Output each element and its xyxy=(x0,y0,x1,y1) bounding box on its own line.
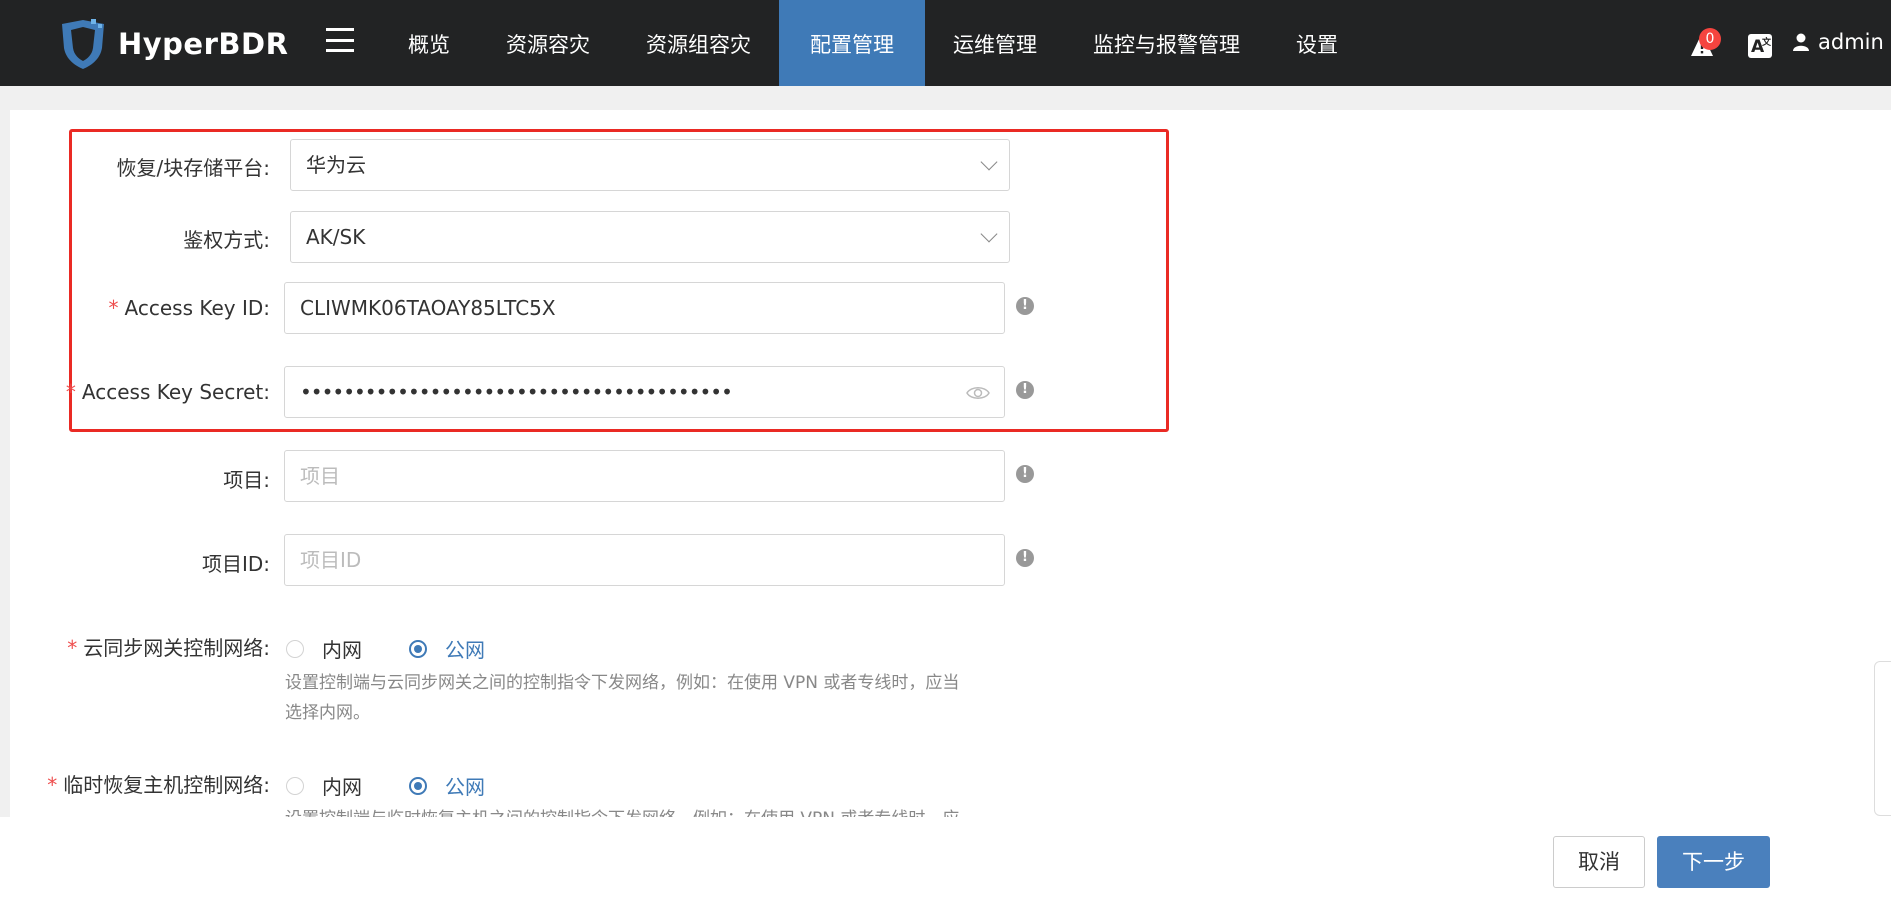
project-id-input[interactable]: 项目ID xyxy=(284,534,1005,586)
user-icon xyxy=(1793,33,1809,51)
auth-value: AK/SK xyxy=(306,225,366,249)
host-network-public-radio[interactable]: 公网 xyxy=(409,771,485,800)
host-network-label: * 临时恢复主机控制网络: xyxy=(47,773,270,797)
main-nav: 概览 资源容灾 资源组容灾 配置管理 运维管理 监控与报警管理 设置 xyxy=(380,0,1366,86)
access-key-secret-value: •••••••••••••••••••••••••••••••••••••••• xyxy=(300,380,733,404)
gateway-network-help: 设置控制端与云同步网关之间的控制指令下发网络，例如：在使用 VPN 或者专线时，… xyxy=(285,673,960,723)
gateway-network-intranet-radio[interactable]: 内网 xyxy=(286,634,362,663)
platform-value: 华为云 xyxy=(306,153,366,177)
chevron-down-icon xyxy=(980,225,998,243)
access-key-secret-input[interactable]: •••••••••••••••••••••••••••••••••••••••• xyxy=(284,366,1005,418)
nav-resource-dr[interactable]: 资源容灾 xyxy=(478,0,618,86)
project-id-placeholder: 项目ID xyxy=(300,548,362,572)
host-network-intranet-radio[interactable]: 内网 xyxy=(286,771,362,800)
nav-operations[interactable]: 运维管理 xyxy=(925,0,1065,86)
auth-label: 鉴权方式: xyxy=(183,228,270,252)
username: admin xyxy=(1818,30,1884,54)
floating-help-widget[interactable] xyxy=(1874,661,1891,816)
nav-monitoring-alerts[interactable]: 监控与报警管理 xyxy=(1065,0,1268,86)
access-key-id-label: * Access Key ID: xyxy=(108,296,270,320)
info-icon[interactable]: ! xyxy=(1016,465,1034,483)
brand-logo[interactable]: HyperBDR xyxy=(58,18,288,70)
language-icon[interactable]: A 文 xyxy=(1748,34,1772,58)
shield-logo-icon xyxy=(62,19,104,69)
hamburger-icon[interactable] xyxy=(326,24,354,56)
access-key-secret-label: * Access Key Secret: xyxy=(65,380,270,404)
project-input[interactable]: 项目 xyxy=(284,450,1005,502)
eye-icon[interactable] xyxy=(966,385,990,401)
info-icon[interactable]: ! xyxy=(1016,297,1034,315)
nav-resource-group-dr[interactable]: 资源组容灾 xyxy=(618,0,779,86)
nav-overview[interactable]: 概览 xyxy=(380,0,478,86)
next-step-button[interactable]: 下一步 xyxy=(1657,836,1770,888)
gateway-network-public-radio[interactable]: 公网 xyxy=(409,634,485,663)
gateway-network-label: * 云同步网关控制网络: xyxy=(67,636,270,660)
project-placeholder: 项目 xyxy=(300,464,340,488)
platform-label: 恢复/块存储平台: xyxy=(116,156,270,180)
project-id-label: 项目ID: xyxy=(201,552,270,576)
nav-settings[interactable]: 设置 xyxy=(1268,0,1366,86)
cancel-button[interactable]: 取消 xyxy=(1553,836,1645,888)
access-key-id-input[interactable]: CLIWMK06TAOAY85LTC5X xyxy=(284,282,1005,334)
info-icon[interactable]: ! xyxy=(1016,549,1034,567)
platform-select[interactable]: 华为云 xyxy=(290,139,1010,191)
project-label: 项目: xyxy=(223,468,270,492)
user-menu[interactable]: admin xyxy=(1793,30,1891,54)
info-icon[interactable]: ! xyxy=(1016,381,1034,399)
auth-select[interactable]: AK/SK xyxy=(290,211,1010,263)
chevron-down-icon xyxy=(980,153,998,171)
access-key-id-value: CLIWMK06TAOAY85LTC5X xyxy=(300,296,556,320)
top-navbar: HyperBDR 概览 资源容灾 资源组容灾 配置管理 运维管理 监控与报警管理… xyxy=(0,0,1891,86)
nav-config-management[interactable]: 配置管理 xyxy=(779,0,925,86)
alert-count-badge: 0 xyxy=(1699,28,1721,50)
brand-name: HyperBDR xyxy=(118,27,289,61)
